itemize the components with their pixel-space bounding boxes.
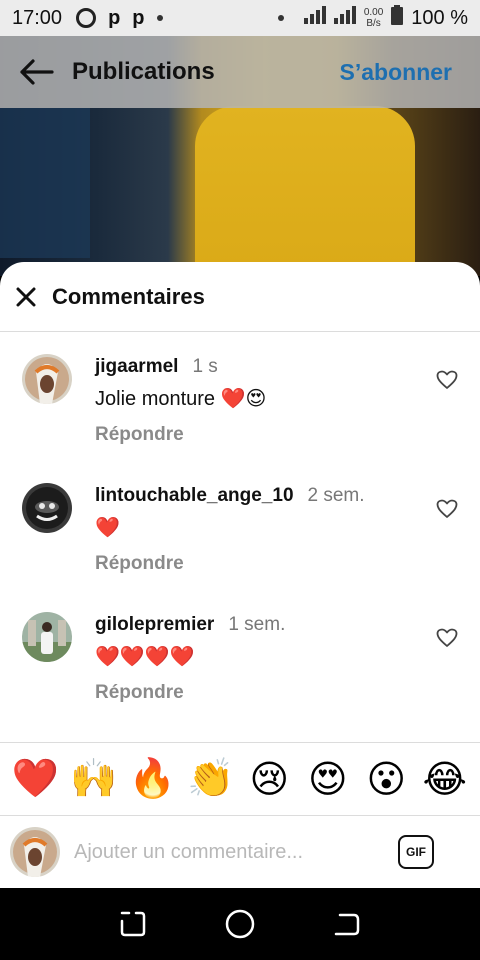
dot-icon — [277, 15, 284, 21]
recent-apps-button[interactable] — [103, 894, 163, 954]
comment-time: 1 sem. — [228, 614, 286, 635]
back-nav-icon — [334, 913, 359, 936]
signal-icon — [303, 6, 326, 30]
comment-username[interactable]: gilolepremier 1 sem. — [95, 614, 285, 636]
emoji-fire-button[interactable]: 🔥 — [126, 757, 178, 801]
system-nav-bar — [0, 888, 480, 960]
reply-button[interactable]: Répondre — [95, 682, 184, 704]
back-nav-button[interactable] — [317, 894, 377, 954]
heart-outline-icon — [436, 370, 458, 389]
reply-button[interactable]: Répondre — [95, 553, 184, 575]
status-bar: 17:00 p p 0.00 B/s 100 % — [0, 0, 480, 36]
comments-sheet-header: Commentaires — [0, 262, 480, 332]
p-app-icon: p — [108, 6, 121, 29]
comment-text: ❤️ — [95, 517, 120, 539]
emoji-laughing-button[interactable]: 😂 — [419, 757, 471, 802]
recent-apps-icon — [121, 911, 146, 937]
emoji-clap-button[interactable]: 👏 — [185, 757, 237, 801]
like-button[interactable] — [436, 628, 460, 650]
gif-button[interactable]: GIF — [398, 835, 434, 869]
heart-outline-icon — [436, 628, 458, 647]
network-speed: 0.00 B/s — [363, 7, 384, 29]
dot-icon — [156, 15, 163, 21]
emoji-quick-bar: ❤️ 🙌 🔥 👏 😢 😍 😮 😂 — [0, 742, 480, 816]
avatar[interactable] — [22, 483, 72, 533]
avatar — [10, 827, 60, 877]
battery-percent: 100 % — [411, 6, 468, 29]
page-title: Publications — [72, 58, 215, 85]
close-button[interactable] — [0, 262, 52, 332]
like-button[interactable] — [436, 370, 460, 392]
privacy-circle-icon — [76, 8, 97, 28]
back-button[interactable] — [0, 36, 72, 108]
comment-input[interactable] — [74, 840, 394, 864]
comment-username[interactable]: lintouchable_ange_10 2 sem. — [95, 485, 365, 507]
comment-composer: GIF — [0, 816, 480, 888]
comment-text: Jolie monture ❤️😍 — [95, 388, 267, 410]
emoji-heart-eyes-button[interactable]: 😍 — [302, 757, 354, 802]
comment-item: lintouchable_ange_10 2 sem. ❤️ Répondre — [0, 483, 480, 603]
like-button[interactable] — [436, 499, 460, 521]
comment-username[interactable]: jigaarmel 1 s — [95, 356, 218, 378]
heart-outline-icon — [436, 499, 458, 518]
avatar[interactable] — [22, 612, 72, 662]
reply-button[interactable]: Répondre — [95, 424, 184, 446]
top-app-bar: Publications S’abonner — [0, 36, 480, 108]
comment-text: ❤️❤️❤️❤️ — [95, 646, 195, 668]
emoji-surprised-button[interactable]: 😮 — [360, 757, 412, 802]
close-icon — [16, 287, 36, 306]
arrow-left-icon — [20, 59, 54, 85]
comments-title: Commentaires — [52, 283, 205, 309]
home-circle-icon — [225, 909, 255, 939]
home-button[interactable] — [210, 894, 270, 954]
emoji-heart-button[interactable]: ❤️ — [9, 757, 61, 801]
post-video[interactable]: Publications S’abonner — [0, 36, 480, 276]
comment-item: jigaarmel 1 s Jolie monture ❤️😍 Répondre — [0, 354, 480, 474]
emoji-cry-button[interactable]: 😢 — [243, 757, 295, 802]
subscribe-button[interactable]: S’abonner — [340, 59, 452, 86]
comments-sheet: Commentaires jigaarmel 1 s Jolie monture … — [0, 262, 480, 888]
battery-icon — [391, 5, 404, 31]
status-time: 17:00 — [12, 6, 63, 29]
p-app-icon: p — [132, 6, 145, 29]
emoji-raised-hands-button[interactable]: 🙌 — [68, 757, 120, 801]
comment-item: gilolepremier 1 sem. ❤️❤️❤️❤️ Répondre — [0, 612, 480, 732]
signal-icon — [333, 6, 356, 30]
comment-time: 1 s — [192, 356, 218, 377]
avatar[interactable] — [22, 354, 72, 404]
comment-time: 2 sem. — [307, 485, 365, 506]
